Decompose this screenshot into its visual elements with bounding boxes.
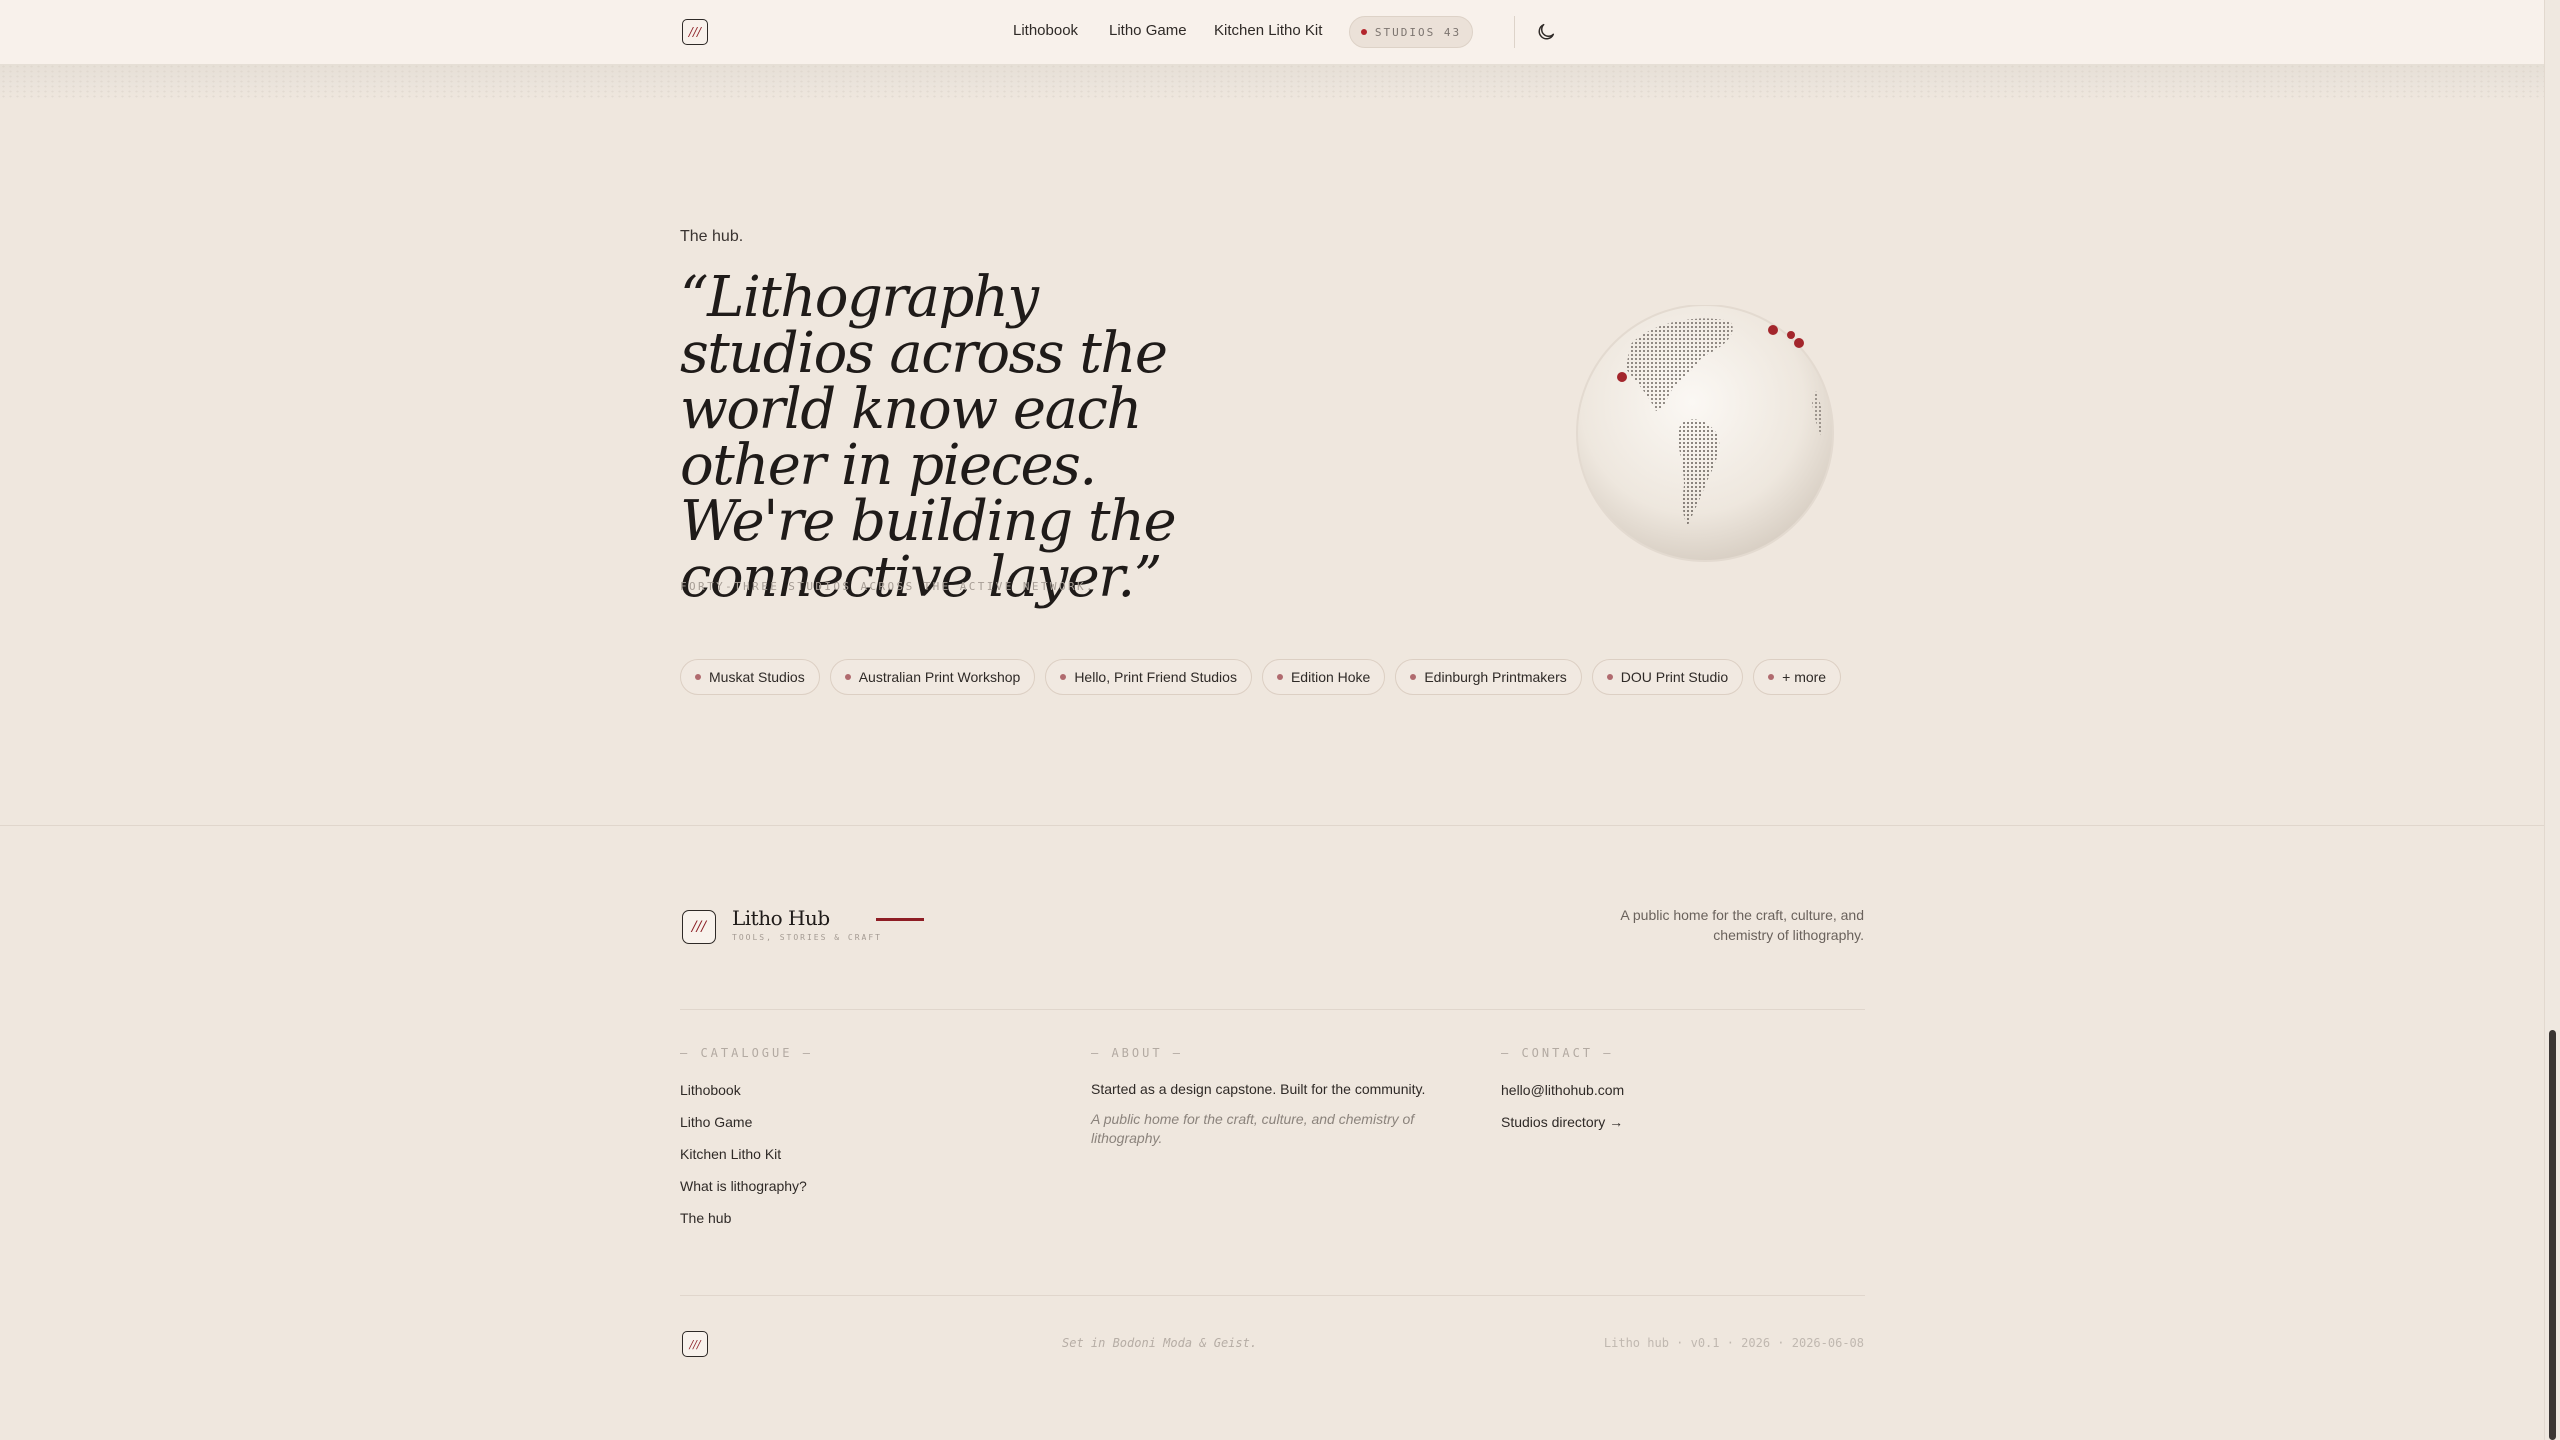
footer-tagline: TOOLS, STORIES & CRAFT [732, 933, 882, 942]
section-kicker: The hub. [680, 228, 744, 245]
nav-link-litho-game[interactable]: Litho Game [1109, 22, 1187, 39]
contact-email-link[interactable]: hello@lithohub.com [1501, 1082, 1624, 1098]
typeface-credit: Set in Bodoni Moda & Geist. [1062, 1336, 1258, 1350]
hub-quote: “Lithography studios across the world kn… [680, 265, 1177, 610]
section-divider [0, 825, 2545, 826]
footer-logo-icon[interactable]: /// [682, 910, 716, 944]
page-scrollbar[interactable] [2544, 0, 2560, 1440]
dot-icon [1768, 674, 1775, 680]
footer-description: A public home for the craft, culture, an… [1620, 907, 1864, 943]
studio-chip[interactable]: Edinburgh Printmakers [1395, 659, 1582, 695]
accent-rule [876, 918, 924, 921]
nav-link-lithobook[interactable]: Lithobook [1013, 22, 1078, 39]
footer-brand-name: Litho Hub [732, 906, 830, 930]
contact-heading: — CONTACT — [1501, 1046, 1614, 1060]
network-subline: FORTY-THREE STUDIOS ACROSS THE ACTIVE NE… [680, 580, 1096, 593]
footer-link-litho-game[interactable]: Litho Game [680, 1114, 752, 1130]
studios-count-pill[interactable]: STUDIOS 43 [1349, 16, 1473, 48]
dot-icon [695, 674, 701, 680]
footer-divider [680, 1009, 1865, 1010]
studio-chip[interactable]: Hello, Print Friend Studios [1045, 659, 1252, 695]
bottom-divider [680, 1295, 1865, 1296]
studio-chip-list: Muskat Studios Australian Print Workshop… [680, 659, 1842, 695]
footer-link-lithobook[interactable]: Lithobook [680, 1082, 741, 1098]
dot-icon [1060, 674, 1067, 680]
chip-label: Muskat Studios [709, 669, 805, 685]
footer-link-kitchen-litho-kit[interactable]: Kitchen Litho Kit [680, 1146, 781, 1162]
moon-icon[interactable] [1535, 21, 1557, 43]
studio-chip[interactable]: Australian Print Workshop [829, 659, 1036, 695]
bottom-logo-icon[interactable]: /// [682, 1331, 708, 1357]
footer-link-what-is-lithography[interactable]: What is lithography? [680, 1178, 807, 1194]
nav-divider [1514, 16, 1515, 48]
studio-chip[interactable]: DOU Print Studio [1591, 659, 1744, 695]
about-tagline: A public home for the craft, culture, an… [1091, 1111, 1415, 1146]
top-nav: /// Lithobook Litho Game Kitchen Litho K… [0, 0, 2545, 65]
version-info: Litho hub · v0.1 · 2026 · 2026-06-08 [1603, 1336, 1864, 1350]
chip-label: Australian Print Workshop [858, 669, 1021, 685]
chip-label: DOU Print Studio [1620, 669, 1729, 685]
studio-marker [1768, 325, 1778, 335]
chip-label: Hello, Print Friend Studios [1074, 669, 1237, 685]
about-heading: — ABOUT — [1091, 1046, 1184, 1060]
status-dot-icon [1360, 29, 1367, 35]
paper-texture-band [0, 64, 2545, 100]
dot-icon [1276, 674, 1283, 680]
dot-icon [844, 674, 851, 680]
studio-marker [1794, 338, 1804, 348]
catalogue-heading: — CATALOGUE — [680, 1046, 813, 1060]
dot-icon [1606, 674, 1613, 680]
chip-label: Edition Hoke [1290, 669, 1371, 685]
about-text: Started as a design capstone. Built for … [1091, 1081, 1426, 1097]
studios-globe [1576, 305, 1834, 562]
nav-link-kitchen-litho-kit[interactable]: Kitchen Litho Kit [1214, 22, 1322, 39]
studio-marker [1617, 372, 1627, 382]
studio-chip[interactable]: Edition Hoke [1261, 659, 1386, 695]
more-studios-chip[interactable]: + more [1753, 659, 1842, 695]
studio-marker [1787, 331, 1795, 339]
studios-directory-link[interactable]: Studios directory → [1501, 1114, 1623, 1130]
footer-link-the-hub[interactable]: The hub [680, 1210, 731, 1226]
scrollbar-thumb[interactable] [2549, 1030, 2556, 1440]
chip-label: + more [1782, 669, 1827, 685]
logo-icon[interactable]: /// [682, 19, 708, 45]
chip-label: Edinburgh Printmakers [1424, 669, 1567, 685]
studios-count-label: STUDIOS 43 [1374, 25, 1462, 39]
studio-chip[interactable]: Muskat Studios [680, 659, 820, 695]
dot-icon [1410, 674, 1417, 680]
